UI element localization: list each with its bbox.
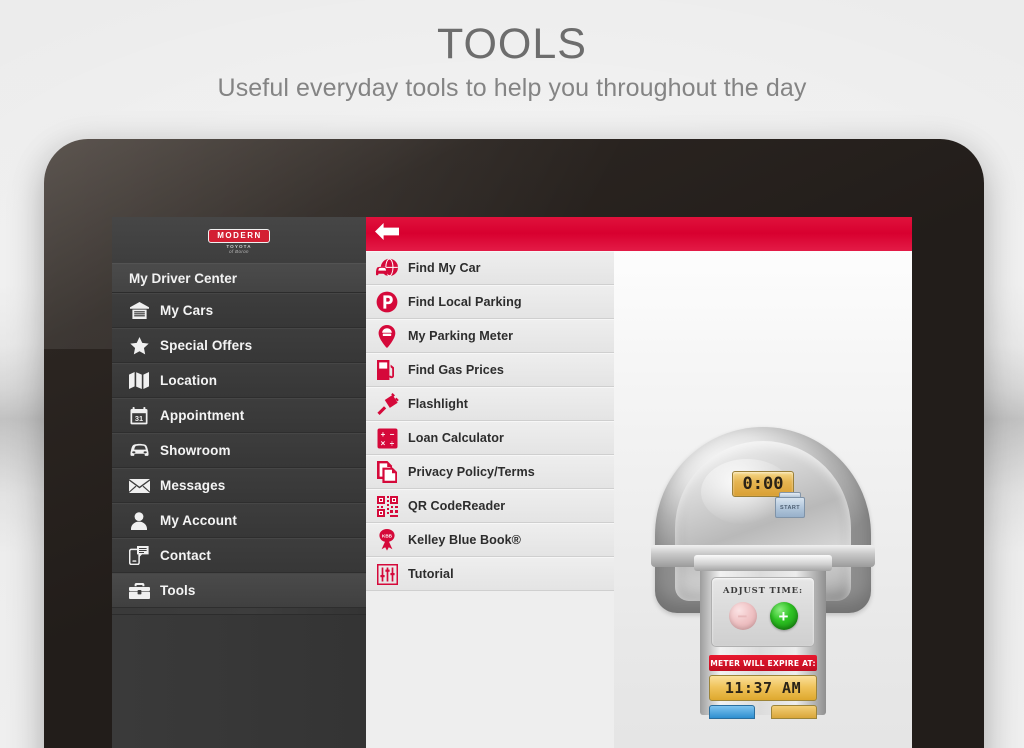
meter-expire-time-value: 11:37 AM	[724, 679, 802, 697]
parking-meter-pin-icon	[375, 324, 399, 348]
sidebar-empty-area	[112, 614, 366, 748]
sidebar-item-label: Messages	[160, 478, 226, 493]
garage-icon	[126, 300, 152, 322]
svg-text:31: 31	[135, 413, 143, 422]
sidebar-item-messages[interactable]: Messages	[112, 468, 366, 503]
meter-bottom-buttons	[709, 705, 817, 719]
meter-blue-button[interactable]	[709, 705, 755, 719]
svg-text:÷: ÷	[389, 439, 394, 448]
svg-text:−: −	[389, 430, 394, 439]
qr-code-icon	[375, 494, 399, 518]
find-my-car-icon	[375, 256, 399, 280]
tool-item-flashlight[interactable]: Flashlight	[366, 387, 614, 421]
flashlight-icon	[375, 392, 399, 416]
headline-block: TOOLS Useful everyday tools to help you …	[0, 20, 1024, 103]
parking-p-icon	[375, 290, 399, 314]
tablet-device-frame: MODERN TOYOTA of Boron My Driver Center …	[44, 139, 984, 748]
map-icon	[126, 370, 152, 392]
meter-body: ADJUST TIME: − + METER WILL EXPIRE AT: 1…	[694, 555, 832, 719]
svg-text:+: +	[380, 430, 385, 439]
sidebar-item-tools[interactable]: Tools	[112, 573, 366, 608]
tool-item-label: Flashlight	[408, 397, 468, 411]
navbar-right-extension	[614, 217, 912, 251]
calculator-icon: + − × ÷	[375, 426, 399, 450]
tool-item-tutorial[interactable]: Tutorial	[366, 557, 614, 591]
phone-chat-icon	[126, 545, 152, 567]
tool-item-kelley-blue-book[interactable]: KBB Kelley Blue Book®	[366, 523, 614, 557]
meter-minus-symbol: −	[737, 606, 748, 626]
meter-increase-button[interactable]: +	[769, 602, 798, 630]
tool-item-label: Tutorial	[408, 567, 454, 581]
toolbox-icon	[126, 580, 152, 602]
meter-expire-label-text: METER WILL EXPIRE AT:	[710, 658, 816, 668]
meter-plus-symbol: +	[778, 606, 789, 626]
tool-item-privacy-policy[interactable]: Privacy Policy/Terms	[366, 455, 614, 489]
sidebar-item-location[interactable]: Location	[112, 363, 366, 398]
logo-badge-text: MODERN	[208, 228, 270, 243]
meter-start-button[interactable]: START	[775, 497, 805, 518]
sidebar-item-label: Location	[160, 373, 218, 388]
document-icon	[375, 460, 399, 484]
car-icon	[126, 440, 152, 462]
meter-decrease-button[interactable]: −	[728, 602, 757, 630]
tool-item-label: Privacy Policy/Terms	[408, 465, 535, 479]
sidebar-item-label: Tools	[160, 583, 196, 598]
tool-item-find-gas-prices[interactable]: Find Gas Prices	[366, 353, 614, 387]
svg-text:KBB: KBB	[382, 534, 393, 539]
meter-gold-button[interactable]	[771, 705, 817, 719]
meter-body-cap	[694, 555, 832, 571]
sidebar-item-my-account[interactable]: My Account	[112, 503, 366, 538]
back-button[interactable]	[366, 217, 408, 251]
tool-item-label: Find Gas Prices	[408, 363, 504, 377]
meter-expire-banner: METER WILL EXPIRE AT:	[709, 655, 817, 671]
logo-subtitle-location: of Boron	[229, 249, 249, 255]
sidebar-item-showroom[interactable]: Showroom	[112, 433, 366, 468]
gas-pump-icon	[375, 358, 399, 382]
star-icon	[126, 335, 152, 357]
dealer-logo[interactable]: MODERN TOYOTA of Boron	[112, 217, 366, 263]
person-icon	[126, 510, 152, 532]
kbb-ribbon-icon: KBB	[375, 528, 399, 552]
tool-item-qr-code-reader[interactable]: QR CodeReader	[366, 489, 614, 523]
back-arrow-icon	[375, 223, 399, 245]
sidebar-item-my-cars[interactable]: My Cars	[112, 293, 366, 328]
tool-item-label: My Parking Meter	[408, 329, 514, 343]
tool-item-find-local-parking[interactable]: Find Local Parking	[366, 285, 614, 319]
sidebar-item-contact[interactable]: Contact	[112, 538, 366, 573]
sidebar-item-label: My Account	[160, 513, 238, 528]
tool-item-label: Kelley Blue Book®	[408, 533, 522, 547]
svg-text:×: ×	[380, 439, 385, 448]
tool-item-label: Find My Car	[408, 261, 481, 275]
calendar-icon: 31	[126, 405, 152, 427]
page-title: TOOLS	[437, 20, 587, 68]
tool-item-loan-calculator[interactable]: + − × ÷ Loan Calculator	[366, 421, 614, 455]
app-sidebar: MODERN TOYOTA of Boron My Driver Center …	[112, 217, 366, 748]
tutorial-sliders-icon	[375, 562, 399, 586]
tool-item-label: Loan Calculator	[408, 431, 504, 445]
sidebar-item-label: Showroom	[160, 443, 231, 458]
tool-item-label: Find Local Parking	[408, 295, 522, 309]
page-subtitle: Useful everyday tools to help you throug…	[217, 74, 807, 103]
tool-item-my-parking-meter[interactable]: My Parking Meter	[366, 319, 614, 353]
sidebar-item-label: Contact	[160, 548, 211, 563]
tools-list-empty-area	[366, 591, 614, 748]
sidebar-header: My Driver Center	[112, 263, 366, 293]
tablet-screen: MODERN TOYOTA of Boron My Driver Center …	[112, 217, 912, 748]
meter-time-value: 0:00	[742, 474, 784, 494]
meter-expire-display: 11:37 AM	[709, 675, 817, 701]
detail-content-pane: 0:00 START ADJUST TIME: − + METER WILL E…	[614, 217, 912, 748]
sidebar-item-special-offers[interactable]: Special Offers	[112, 328, 366, 363]
sidebar-item-label: Appointment	[160, 408, 245, 423]
sidebar-item-appointment[interactable]: 31 Appointment	[112, 398, 366, 433]
sidebar-item-label: My Cars	[160, 303, 214, 318]
tool-item-find-my-car[interactable]: Find My Car	[366, 251, 614, 285]
tool-item-label: QR CodeReader	[408, 499, 506, 513]
envelope-icon	[126, 475, 152, 497]
meter-start-label: START	[780, 504, 800, 511]
meter-adjust-panel: ADJUST TIME: − +	[711, 577, 815, 647]
sidebar-item-label: Special Offers	[160, 338, 253, 353]
app-navbar: Tools	[366, 217, 650, 251]
meter-adjust-label: ADJUST TIME:	[723, 585, 803, 595]
tools-list-column: Tools Find My Car	[366, 217, 650, 748]
